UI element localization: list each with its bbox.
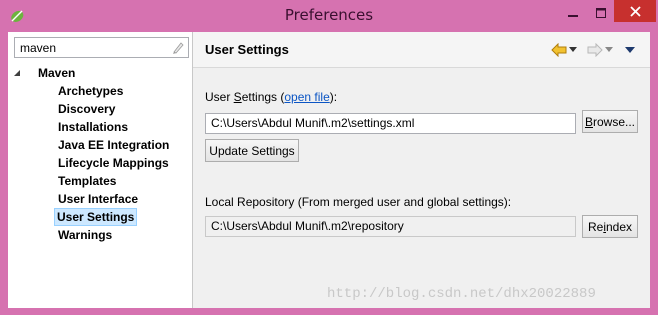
button-label: rowse...: [593, 114, 636, 129]
clear-filter-icon[interactable]: [170, 40, 185, 55]
user-settings-file-input[interactable]: C:\Users\Abdul Munif\.m2\settings.xml: [205, 113, 576, 134]
update-settings-button[interactable]: Update Settings: [205, 139, 299, 162]
reindex-button[interactable]: Re i ndex: [582, 215, 638, 238]
filter-box[interactable]: [14, 37, 189, 58]
tree-item-lifecycle-mappings[interactable]: Lifecycle Mappings: [56, 154, 171, 172]
tree-item-user-interface[interactable]: User Interface: [56, 190, 140, 208]
back-history-dropdown[interactable]: [569, 42, 577, 58]
page-header: User Settings: [193, 32, 650, 68]
view-menu-icon: [625, 46, 635, 53]
minimize-icon: [568, 15, 578, 17]
tree-item-discovery[interactable]: Discovery: [56, 100, 117, 118]
page-title: User Settings: [205, 42, 289, 57]
tree-item-user-settings[interactable]: User Settings: [54, 208, 138, 226]
browse-button[interactable]: Browse...: [582, 110, 638, 133]
filter-input[interactable]: [20, 40, 160, 55]
tree-node-maven[interactable]: Maven: [12, 64, 75, 82]
tree-node-label: Maven: [38, 66, 76, 80]
local-repository-field[interactable]: C:\Users\Abdul Munif\.m2\repository: [205, 216, 576, 237]
preference-page: User Settings User Settings (open file):…: [193, 32, 650, 308]
view-menu-button[interactable]: [625, 42, 635, 58]
label-text: User: [205, 90, 234, 104]
preference-tree-panel: Maven Archetypes Discovery Installations…: [8, 32, 192, 308]
tree-item-archetypes[interactable]: Archetypes: [56, 82, 125, 100]
button-label: Re: [587, 219, 604, 234]
mnemonic-letter: S: [233, 90, 242, 104]
label-text: ettings (: [241, 90, 285, 104]
dialog-client-area: Maven Archetypes Discovery Installations…: [8, 32, 650, 308]
maximize-icon: [596, 8, 606, 18]
tree-item-warnings[interactable]: Warnings: [56, 226, 114, 244]
forward-history-dropdown[interactable]: [605, 42, 613, 58]
local-repository-label: Local Repository (From merged user and g…: [205, 195, 512, 209]
tree-item-installations[interactable]: Installations: [56, 118, 130, 136]
close-button[interactable]: [614, 0, 656, 22]
maximize-button[interactable]: [588, 0, 614, 26]
title-bar[interactable]: Preferences: [0, 0, 658, 32]
watermark-text: http://blog.csdn.net/dhx20022889: [327, 286, 596, 302]
chevron-down-icon: [605, 47, 613, 52]
collapse-arrow-icon[interactable]: [12, 68, 22, 78]
close-icon: [629, 5, 641, 17]
forward-button[interactable]: [587, 42, 603, 58]
chevron-down-icon: [569, 47, 577, 52]
back-arrow-icon: [551, 43, 567, 57]
back-button[interactable]: [551, 42, 567, 58]
tree-item-templates[interactable]: Templates: [56, 172, 118, 190]
open-file-link[interactable]: open file: [284, 90, 329, 104]
user-settings-label: User Settings (open file):: [205, 90, 337, 104]
label-text: ):: [329, 90, 338, 104]
preferences-window: Preferences maven Maven Archetypes Disco…: [0, 0, 658, 315]
button-label: ndex: [605, 219, 633, 234]
tree-item-java-ee-integration[interactable]: Java EE Integration: [56, 136, 171, 154]
forward-arrow-icon: [587, 43, 603, 57]
minimize-button[interactable]: [560, 0, 586, 26]
mnemonic-letter: B: [584, 114, 593, 129]
